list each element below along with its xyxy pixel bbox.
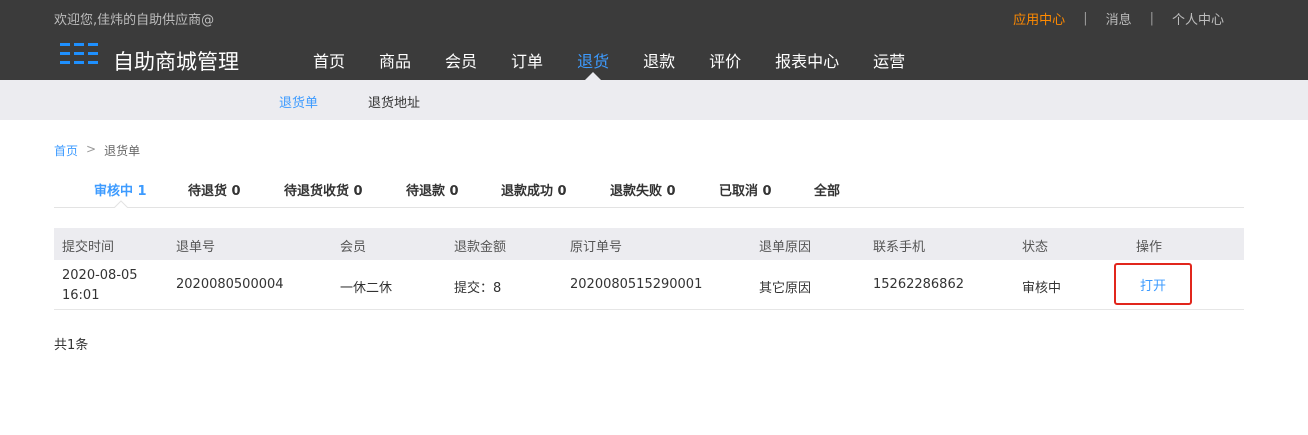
cell-status: 审核中 [1022,281,1062,296]
nav-home[interactable]: 首页 [296,48,362,72]
col-phone: 联系手机 [873,240,926,255]
profile-link[interactable]: 个人中心 [1172,9,1224,28]
divider: | [1083,11,1088,26]
breadcrumb-separator: > [86,142,97,156]
table-row: 2020-08-05 16:01 2020080500004 一休二休 提交：8… [54,260,1244,310]
breadcrumb: 首页 > 退货单 [54,142,140,159]
sub-nav: 退货单 退货地址 [279,92,470,111]
brand-title: 自助商城管理 [113,50,239,74]
cell-order-no: 2020080515290001 [570,277,703,292]
col-refund-amount: 退款金额 [454,240,507,255]
tab-pending-refund[interactable]: 待退款 0 [406,180,459,199]
open-button[interactable]: 打开 [1114,263,1192,305]
returns-table: 提交时间 退单号 会员 退款金额 原订单号 退单原因 联系手机 状态 操作 20… [54,228,1244,310]
tab-cancelled[interactable]: 已取消 0 [719,180,772,199]
status-tabs: 审核中 1 待退货 0 待退货收货 0 待退款 0 退款成功 0 退款失败 0 … [54,168,1244,208]
cell-reason: 其它原因 [759,281,812,296]
active-tab-caret-icon [114,200,128,208]
subnav-return-address[interactable]: 退货地址 [368,92,420,111]
top-links: 应用中心 | 消息 | 个人中心 [1013,9,1224,28]
divider: | [1149,11,1154,26]
sub-nav-bar [0,80,1308,120]
col-reason: 退单原因 [759,240,812,255]
app-logo-icon [60,43,98,65]
nav-refunds[interactable]: 退款 [626,48,692,72]
nav-members[interactable]: 会员 [428,48,494,72]
breadcrumb-current: 退货单 [104,144,141,158]
cell-submit-time: 2020-08-05 16:01 [62,268,138,303]
tab-refund-failed[interactable]: 退款失败 0 [610,180,676,199]
col-submit-time: 提交时间 [62,240,115,255]
tab-pending-return[interactable]: 待退货 0 [188,180,241,199]
nav-products[interactable]: 商品 [362,48,428,72]
top-header: 欢迎您,佳炜的自助供应商@ 应用中心 | 消息 | 个人中心 自助商城管理 首页… [0,0,1308,80]
nav-reviews[interactable]: 评价 [692,48,758,72]
subnav-return-orders[interactable]: 退货单 [279,92,318,111]
welcome-text: 欢迎您,佳炜的自助供应商@ [54,13,215,28]
nav-orders[interactable]: 订单 [494,48,560,72]
tab-pending-receipt[interactable]: 待退货收货 0 [284,180,363,199]
main-nav: 首页 商品 会员 订单 退货 退款 评价 报表中心 运营 [296,48,922,80]
col-order-no: 原订单号 [570,240,623,255]
cell-phone: 15262286862 [873,277,964,292]
col-return-no: 退单号 [176,240,216,255]
nav-operations[interactable]: 运营 [856,48,922,72]
tab-refund-success[interactable]: 退款成功 0 [501,180,567,199]
tab-reviewing[interactable]: 审核中 1 [94,180,147,199]
cell-return-no: 2020080500004 [176,277,284,292]
nav-reports[interactable]: 报表中心 [758,48,856,72]
nav-returns[interactable]: 退货 [560,48,626,80]
messages-link[interactable]: 消息 [1106,9,1132,28]
app-center-link[interactable]: 应用中心 [1013,9,1065,28]
table-header: 提交时间 退单号 会员 退款金额 原订单号 退单原因 联系手机 状态 操作 [54,228,1244,260]
tab-all[interactable]: 全部 [814,180,840,199]
col-status: 状态 [1022,240,1049,255]
total-count: 共1条 [54,338,89,353]
col-action: 操作 [1136,240,1163,255]
cell-refund-amount: 提交：8 [454,281,502,296]
breadcrumb-home[interactable]: 首页 [54,142,78,159]
cell-member: 一休二休 [340,281,393,296]
col-member: 会员 [340,240,367,255]
